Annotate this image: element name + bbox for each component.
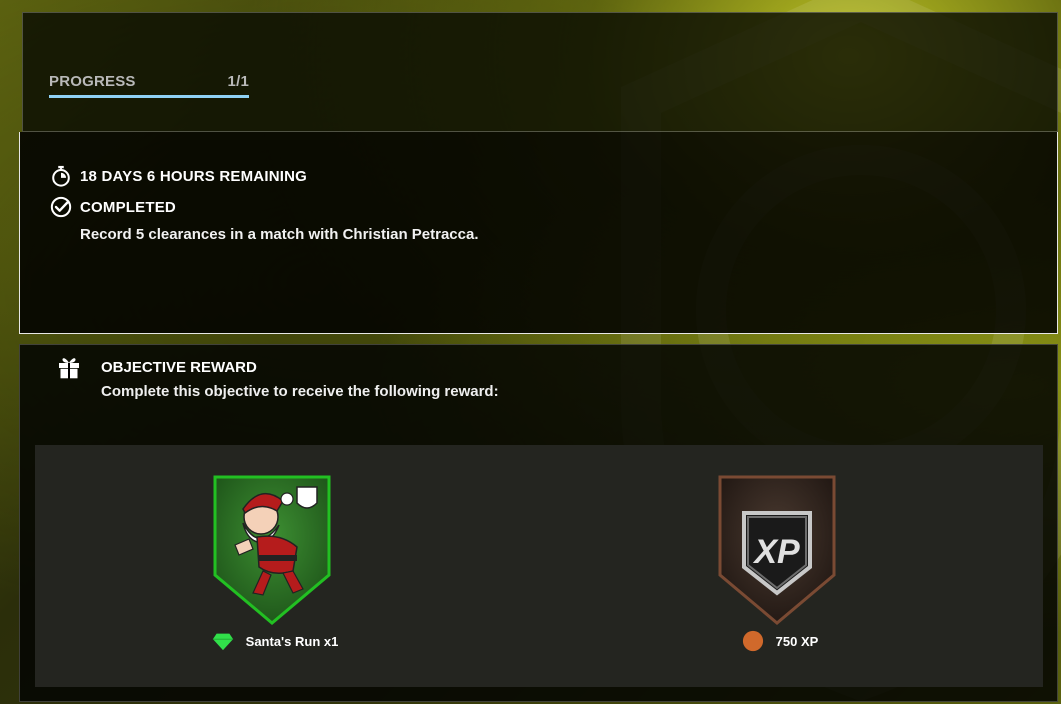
reward-item-label: Santa's Run x1 [155,630,395,652]
orange-circle-icon [742,630,763,652]
objective-details-panel: 18 DAYS 6 HOURS REMAINING COMPLETED Reco… [19,132,1058,334]
objective-description: Record 5 clearances in a match with Chri… [80,226,479,243]
completed-row: COMPLETED [50,195,176,219]
time-remaining-text: 18 DAYS 6 HOURS REMAINING [80,167,307,185]
progress-label: PROGRESS [49,73,136,90]
stopwatch-icon [52,165,70,187]
green-gem-icon [212,633,233,651]
reward-item-xp[interactable]: XP 750 XP [660,475,900,655]
progress-panel: PROGRESS 1/1 [22,12,1058,132]
check-circle-icon [50,196,72,218]
progress-fill [49,95,249,98]
reward-title: OBJECTIVE REWARD [101,359,257,376]
santa-badge-icon [213,475,331,625]
reward-items-area: Santa's Run x1 XP 750 XP [35,445,1043,687]
reward-item-name: 750 XP [775,633,819,649]
objective-reward-panel: OBJECTIVE REWARD Complete this objective… [19,344,1058,702]
reward-subtitle: Complete this objective to receive the f… [101,383,499,400]
gift-icon [59,358,79,379]
reward-item-santas-run[interactable]: Santa's Run x1 [155,475,395,655]
reward-item-name: Santa's Run x1 [245,633,339,649]
reward-item-label: 750 XP [660,630,900,652]
svg-text:XP: XP [752,533,800,571]
progress-bar [49,95,249,98]
progress-count: 1/1 [227,73,249,90]
time-remaining-row: 18 DAYS 6 HOURS REMAINING [50,164,307,188]
completed-status-text: COMPLETED [80,198,176,216]
progress-row: PROGRESS 1/1 [49,73,249,90]
xp-badge-icon: XP [718,475,836,625]
